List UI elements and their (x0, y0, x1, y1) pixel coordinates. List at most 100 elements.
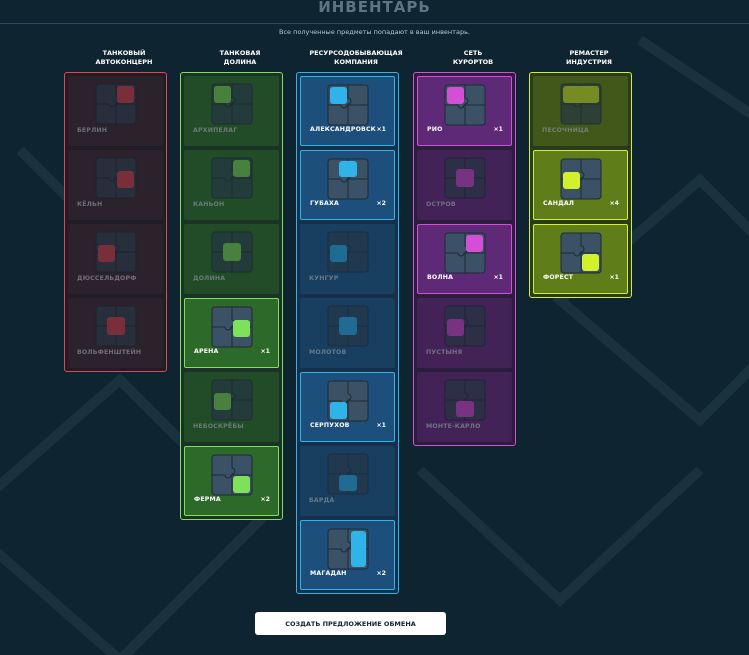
puzzle-item-card[interactable]: САНДАЛ ×4 (533, 150, 628, 220)
puzzle-item-card[interactable]: ОСТРОВ (417, 150, 512, 220)
puzzle-item-card[interactable]: БЕРЛИН (68, 76, 163, 146)
puzzle-item-card[interactable]: ПЕСОЧНИЦА (533, 76, 628, 146)
puzzle-item-card[interactable]: ФОРЕСТ ×1 (533, 224, 628, 294)
puzzle-item-card[interactable]: МОЛОТОВ (300, 298, 395, 368)
puzzle-icon (560, 83, 601, 125)
puzzle-item-card[interactable]: ФЕРМА ×2 (184, 446, 279, 516)
item-name: БЕРЛИН (77, 127, 108, 134)
puzzle-piece-highlight (232, 320, 250, 337)
collection-column: СЕТЬ КУРОРТОВ РИО ×1 ОСТРОВ ВОЛНА ×1 ПУСТЫНЯ МО… (413, 46, 533, 446)
puzzle-item-card[interactable]: НЕБОСКРЁБЫ (184, 372, 279, 442)
item-name: МОЛОТОВ (309, 349, 347, 356)
puzzle-item-card[interactable]: КАНЬОН (184, 150, 279, 220)
puzzle-item-card[interactable]: БАРДА (300, 446, 395, 516)
item-name: КАНЬОН (193, 201, 225, 208)
header-divider (0, 23, 749, 24)
item-name: ПЕСОЧНИЦА (542, 127, 589, 134)
item-name: БАРДА (309, 497, 335, 504)
puzzle-icon (95, 305, 136, 347)
puzzle-item-card[interactable]: ПУСТЫНЯ (417, 298, 512, 368)
item-name: НЕБОСКРЁБЫ (193, 423, 244, 430)
puzzle-piece-highlight (338, 317, 357, 335)
item-name: ДОЛИНА (193, 275, 226, 282)
puzzle-icon (444, 84, 485, 126)
puzzle-item-card[interactable]: ГУБАХА ×2 (300, 150, 395, 220)
puzzle-piece-highlight (116, 171, 134, 188)
item-count: ×2 (376, 200, 387, 207)
collection-box: АРХИПЕЛАГ КАНЬОН ДОЛИНА АРЕНА ×1 НЕБОСКРЁБЫ ФЕ… (180, 72, 283, 520)
item-name: ФОРЕСТ (543, 274, 574, 281)
puzzle-item-card[interactable]: ВОЛНА ×1 (417, 224, 512, 294)
collection-box: БЕРЛИН КЁЛЬН ДЮССЕЛЬДОРФ ВОЛЬФЕНШТЕЙН (64, 72, 167, 372)
item-name: АЛЕКСАНДРОВСК (310, 126, 376, 133)
item-count: ×4 (609, 200, 620, 207)
item-count: ×1 (376, 126, 387, 133)
item-count: ×2 (376, 570, 387, 577)
collection-box: РИО ×1 ОСТРОВ ВОЛНА ×1 ПУСТЫНЯ МОНТЕ-КАРЛО (413, 72, 516, 446)
page-title: ИНВЕНТАРЬ (318, 0, 431, 16)
puzzle-icon (444, 305, 485, 347)
puzzle-item-card[interactable]: СЕРПУХОВ ×1 (300, 372, 395, 442)
item-name: ОСТРОВ (426, 201, 456, 208)
puzzle-item-card[interactable]: ДОЛИНА (184, 224, 279, 294)
item-count: ×1 (260, 348, 271, 355)
puzzle-icon (327, 453, 368, 495)
collection-column: РЕСУРСОДОБЫВАЮЩАЯ КОМПАНИЯ АЛЕКСАНДРОВСК ×… (296, 46, 416, 594)
puzzle-icon (444, 232, 485, 274)
puzzle-piece-highlight (338, 475, 357, 491)
collection-column: ТАНКОВЫЙ АВТОКОНЦЕРН БЕРЛИН КЁЛЬН ДЮССЕЛЬДО… (64, 46, 184, 372)
puzzle-piece-highlight (232, 476, 250, 493)
puzzle-item-card[interactable]: МОНТЕ-КАРЛО (417, 372, 512, 442)
puzzle-item-card[interactable]: РИО ×1 (417, 76, 512, 146)
item-name: КУНГУР (309, 275, 339, 282)
item-name: ВОЛЬФЕНШТЕЙН (77, 349, 142, 356)
item-count: ×2 (260, 496, 271, 503)
puzzle-icon (211, 306, 252, 348)
puzzle-icon (95, 157, 136, 199)
puzzle-icon (444, 157, 485, 199)
item-name: ПУСТЫНЯ (426, 349, 463, 356)
item-count: ×1 (376, 422, 387, 429)
puzzle-icon (211, 231, 252, 273)
collection-box: АЛЕКСАНДРОВСК ×1 ГУБАХА ×2 КУНГУР МОЛОТОВ СЕРП… (296, 72, 399, 594)
puzzle-icon (211, 83, 252, 125)
item-name: МАГАДАН (310, 570, 347, 577)
collection-title: ТАНКОВАЯ ДОЛИНА (219, 49, 261, 66)
puzzle-item-card[interactable]: АЛЕКСАНДРОВСК ×1 (300, 76, 395, 146)
puzzle-item-card[interactable]: КУНГУР (300, 224, 395, 294)
puzzle-item-card[interactable]: ДЮССЕЛЬДОРФ (68, 224, 163, 294)
puzzle-icon (327, 528, 368, 570)
puzzle-icon (95, 231, 136, 273)
puzzle-piece-highlight (329, 402, 347, 419)
puzzle-icon (327, 305, 368, 347)
puzzle-item-card[interactable]: АРХИПЕЛАГ (184, 76, 279, 146)
puzzle-icon (327, 158, 368, 200)
create-trade-offer-button[interactable]: СОЗДАТЬ ПРЕДЛОЖЕНИЕ ОБМЕНА (255, 612, 446, 635)
puzzle-icon (560, 158, 601, 200)
item-name: СЕРПУХОВ (310, 422, 350, 429)
puzzle-icon (327, 231, 368, 273)
item-count: ×1 (493, 274, 504, 281)
collection-title: ТАНКОВЫЙ АВТОКОНЦЕРН (95, 49, 153, 66)
item-name: ВОЛНА (427, 274, 454, 281)
puzzle-item-card[interactable]: КЁЛЬН (68, 150, 163, 220)
puzzle-piece-highlight (232, 160, 250, 177)
puzzle-item-card[interactable]: МАГАДАН ×2 (300, 520, 395, 590)
item-name: МОНТЕ-КАРЛО (426, 423, 481, 430)
puzzle-item-card[interactable]: АРЕНА ×1 (184, 298, 279, 368)
puzzle-piece-highlight (455, 401, 474, 417)
puzzle-piece-highlight (455, 169, 474, 187)
puzzle-icon (95, 83, 136, 125)
puzzle-item-card[interactable]: ВОЛЬФЕНШТЕЙН (68, 298, 163, 368)
item-count: ×1 (493, 126, 504, 133)
collection-column: ТАНКОВАЯ ДОЛИНА АРХИПЕЛАГ КАНЬОН ДОЛИНА АРЕН… (180, 46, 300, 520)
puzzle-piece-highlight (581, 254, 599, 271)
item-name: ДЮССЕЛЬДОРФ (77, 275, 137, 282)
item-name: КЁЛЬН (77, 201, 103, 208)
puzzle-icon (560, 232, 601, 274)
puzzle-piece-highlight (213, 86, 231, 103)
puzzle-piece-highlight (562, 86, 599, 103)
puzzle-piece-highlight (350, 531, 366, 567)
puzzle-piece-highlight (329, 87, 347, 104)
item-name: АРЕНА (194, 348, 219, 355)
